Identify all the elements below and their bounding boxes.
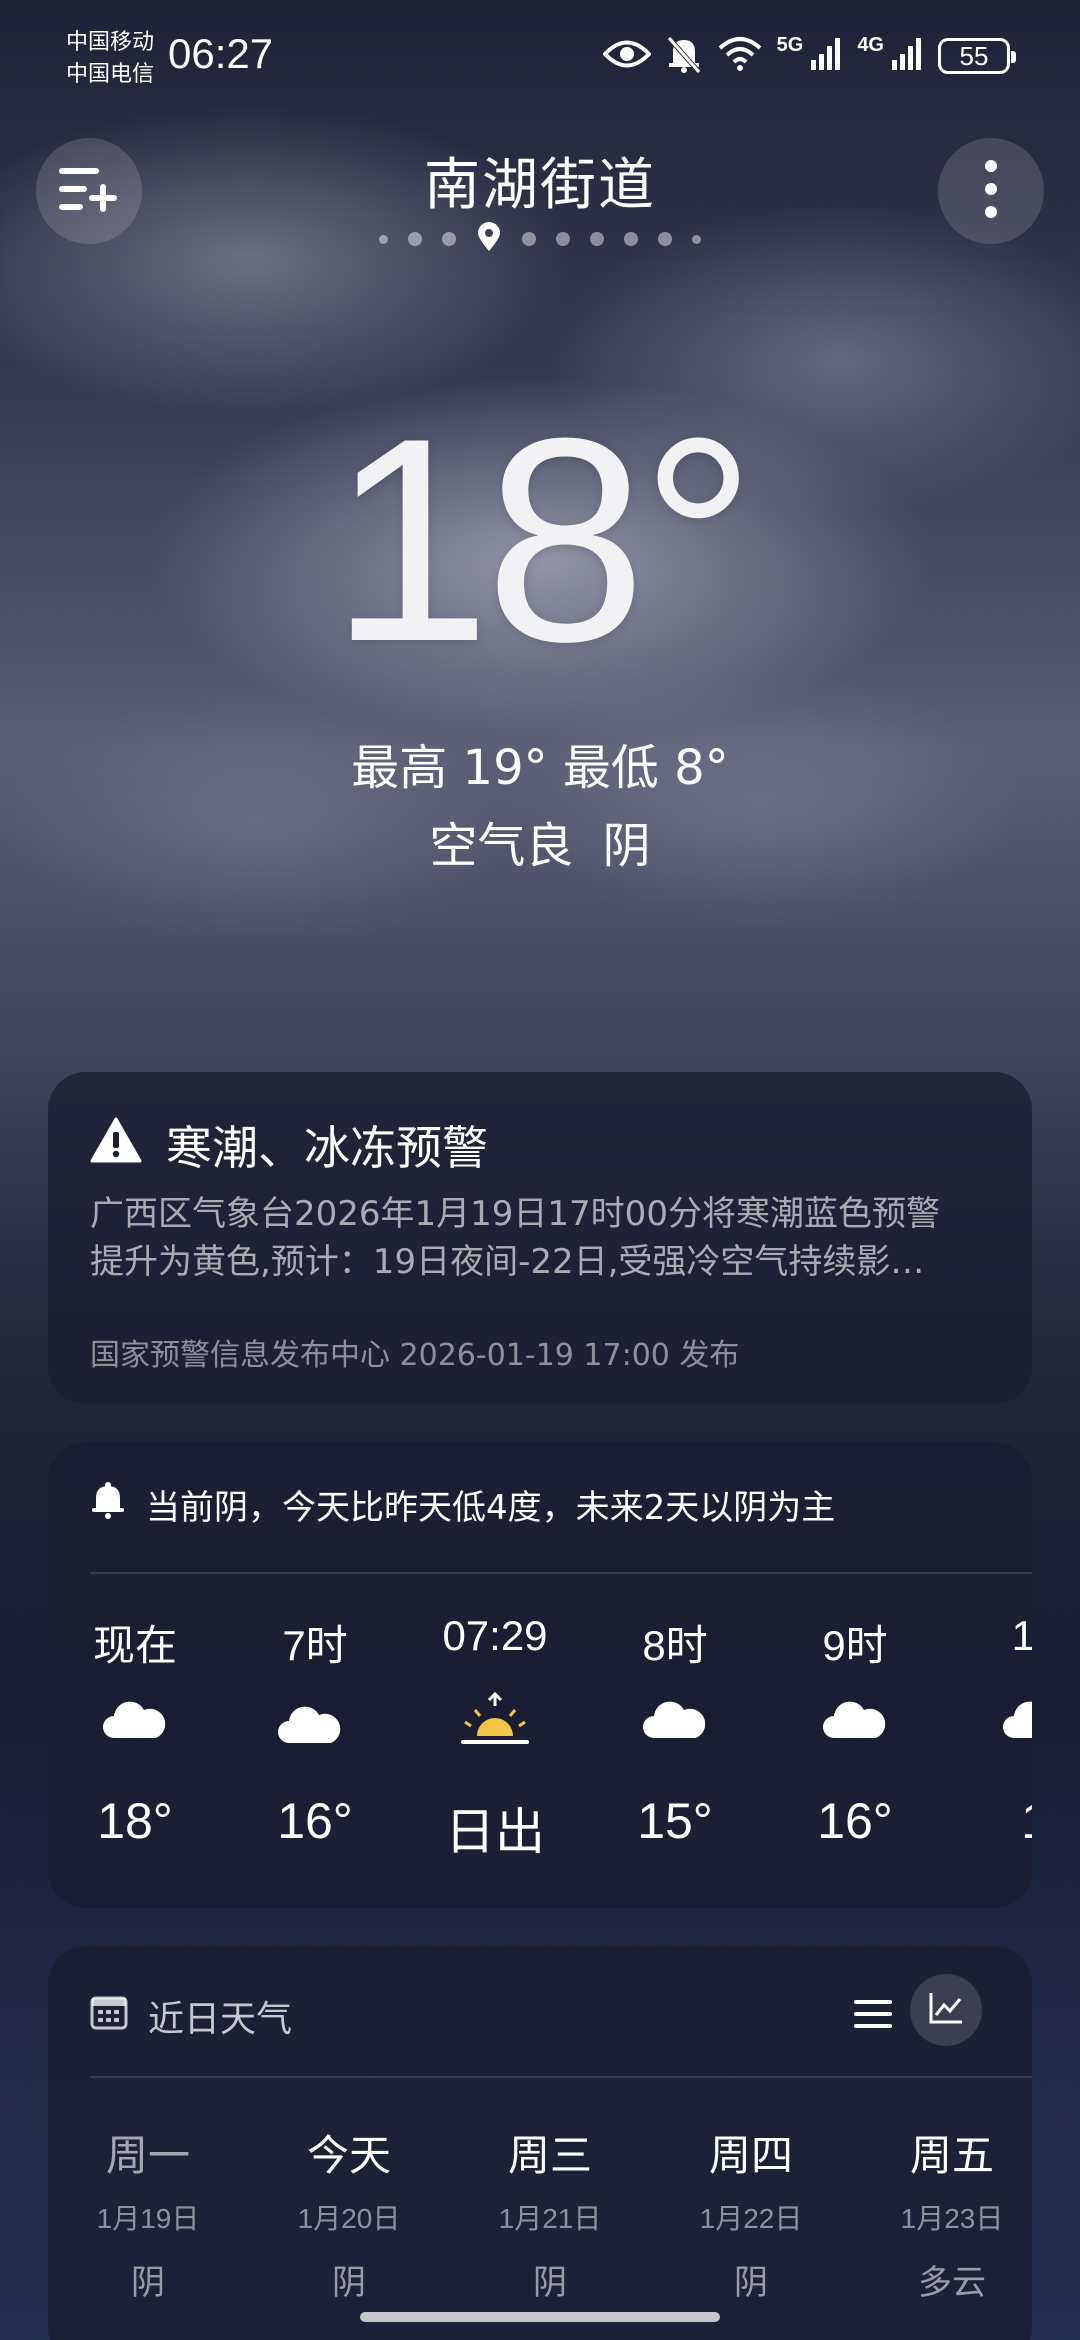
eye-icon bbox=[601, 37, 652, 75]
bell-icon bbox=[90, 1481, 126, 1528]
hourly-time: 9时 bbox=[822, 1622, 888, 1669]
hourly-forecast-card[interactable]: 当前阴，今天比昨天低4度，未来2天以阴为主 现在 18° 7时 16° 07:2… bbox=[48, 1442, 1032, 1908]
signal-icon-1 bbox=[809, 36, 843, 76]
mute-bell-icon bbox=[665, 34, 703, 78]
carrier-2: 中国电信 bbox=[66, 61, 155, 86]
more-vertical-icon bbox=[984, 159, 998, 223]
carrier-info: 中国移动 中国电信 bbox=[66, 26, 154, 90]
status-icons: 5G 4G 55 bbox=[601, 34, 1016, 78]
cloud-icon bbox=[822, 1700, 888, 1744]
line-chart-icon bbox=[928, 1991, 964, 2029]
daily-condition: 阴 bbox=[131, 2263, 165, 2303]
more-options-button[interactable] bbox=[938, 138, 1044, 244]
carrier-1: 中国移动 bbox=[66, 29, 155, 54]
page-dot bbox=[522, 232, 536, 246]
daily-date: 1月23日 bbox=[900, 2203, 1004, 2234]
daily-condition: 阴 bbox=[533, 2263, 567, 2303]
page-dot bbox=[624, 232, 638, 246]
hourly-item: 7时 16° bbox=[240, 1612, 390, 1850]
daily-weekday: 周四 bbox=[708, 2131, 793, 2180]
hourly-item: 现在 18° bbox=[60, 1612, 210, 1850]
alert-title-row: 寒潮、冰冻预警 bbox=[90, 1112, 488, 1178]
alert-body-line: 广西区气象台2026年1月19日17时00分将寒潮蓝色预警 bbox=[90, 1194, 940, 1234]
daily-item[interactable]: 周三 1月21日 阴 bbox=[450, 2122, 650, 2304]
cloud-icon bbox=[102, 1700, 168, 1744]
hourly-temp: 日出 bbox=[445, 1804, 545, 1860]
divider bbox=[90, 2076, 1032, 2078]
daily-date: 1月19日 bbox=[96, 2203, 200, 2234]
cloud-icon bbox=[642, 1700, 708, 1744]
page-dot bbox=[692, 234, 701, 244]
daily-condition: 多云 bbox=[918, 2263, 986, 2303]
hourly-time: 8时 bbox=[642, 1622, 708, 1669]
hourly-time: 7时 bbox=[282, 1622, 348, 1669]
daily-date: 1月21日 bbox=[498, 2203, 602, 2234]
status-time: 06:27 bbox=[168, 30, 274, 77]
daily-item[interactable]: 周五 1月23日 多云 bbox=[852, 2122, 1052, 2304]
page-dot bbox=[442, 232, 456, 246]
hourly-temp: 15° bbox=[637, 1793, 713, 1849]
alert-source: 国家预警信息发布中心 2026-01-19 17:00 发布 bbox=[90, 1338, 740, 1373]
network-type-2: 4G bbox=[857, 34, 884, 56]
daily-weekday: 周三 bbox=[507, 2131, 592, 2180]
battery-indicator: 55 bbox=[938, 38, 1016, 74]
hourly-temp: 16° bbox=[817, 1793, 893, 1849]
wifi-icon bbox=[717, 36, 763, 76]
warning-icon bbox=[90, 1117, 142, 1174]
cloud-moon-icon bbox=[277, 1695, 353, 1749]
divider bbox=[90, 1572, 1032, 1574]
page-dot bbox=[379, 234, 388, 244]
calendar-icon bbox=[90, 1994, 128, 2039]
hourly-item: 8时 15° bbox=[600, 1612, 750, 1850]
sunrise-icon bbox=[459, 1691, 531, 1752]
high-low-temperature: 最高 19° 最低 8° bbox=[351, 740, 729, 796]
daily-weekday: 周五 bbox=[909, 2131, 994, 2180]
hourly-time: 现在 bbox=[92, 1622, 177, 1669]
daily-item[interactable]: 今天 1月20日 阴 bbox=[249, 2122, 449, 2304]
hourly-temp: 18° bbox=[97, 1793, 173, 1849]
page-dot bbox=[590, 232, 604, 246]
daily-header: 近日天气 bbox=[90, 1990, 292, 2042]
forecast-summary: 当前阴，今天比昨天低4度，未来2天以阴为主 bbox=[90, 1480, 835, 1529]
hourly-time: 07:29 bbox=[442, 1612, 548, 1659]
hourly-time: 10 bbox=[1011, 1612, 1032, 1659]
location-pin-icon bbox=[476, 222, 502, 256]
chart-view-button[interactable] bbox=[910, 1974, 982, 2046]
hourly-temp: 16° bbox=[277, 1793, 353, 1849]
cloud-icon bbox=[1002, 1700, 1032, 1744]
daily-condition: 阴 bbox=[332, 2263, 366, 2303]
home-indicator[interactable] bbox=[360, 2312, 720, 2322]
summary-text: 当前阴，今天比昨天低4度，未来2天以阴为主 bbox=[146, 1488, 836, 1528]
status-bar: 中国移动 中国电信 06:27 5G 4G 55 bbox=[0, 0, 1080, 120]
hourly-item: 07:29 日出 bbox=[420, 1612, 570, 1864]
page-indicator[interactable] bbox=[0, 222, 1080, 256]
network-type-1: 5G bbox=[776, 34, 804, 56]
page-dot bbox=[556, 232, 570, 246]
list-icon bbox=[854, 1998, 892, 2034]
air-quality-condition[interactable]: 空气良 阴 bbox=[0, 806, 1080, 876]
daily-weekday: 周一 bbox=[105, 2131, 190, 2180]
page-dot bbox=[408, 232, 422, 246]
hourly-temp: 1 bbox=[960, 1792, 1032, 1850]
daily-weekday: 今天 bbox=[306, 2131, 391, 2180]
current-temperature: 18° bbox=[329, 378, 757, 702]
weather-alert-card[interactable]: 寒潮、冰冻预警 广西区气象台2026年1月19日17时00分将寒潮蓝色预警 提升… bbox=[48, 1072, 1032, 1404]
daily-condition: 阴 bbox=[734, 2263, 768, 2303]
signal-icon-2 bbox=[890, 36, 924, 76]
alert-body: 广西区气象台2026年1月19日17时00分将寒潮蓝色预警 提升为黄色,预计：1… bbox=[90, 1190, 1010, 1286]
list-view-button[interactable] bbox=[840, 1986, 906, 2046]
hourly-item: 10 1 bbox=[960, 1612, 1032, 1850]
hourly-item: 9时 16° bbox=[780, 1612, 930, 1850]
page-dot bbox=[658, 232, 672, 246]
alert-body-line: 提升为黄色,预计：19日夜间-22日,受强冷空气持续影… bbox=[90, 1242, 925, 1282]
daily-title: 近日天气 bbox=[148, 1999, 293, 2040]
daily-item[interactable]: 周四 1月22日 阴 bbox=[651, 2122, 851, 2304]
daily-date: 1月22日 bbox=[699, 2203, 803, 2234]
alert-title: 寒潮、冰冻预警 bbox=[166, 1121, 488, 1175]
daily-item[interactable]: 周一 1月19日 阴 bbox=[48, 2122, 248, 2304]
daily-date: 1月20日 bbox=[297, 2203, 401, 2234]
daily-forecast-card[interactable]: 近日天气 周一 1月19日 阴 今天 1月20日 阴 周三 1月21日 阴 周四… bbox=[48, 1946, 1032, 2340]
location-title: 南湖街道 bbox=[424, 153, 656, 218]
